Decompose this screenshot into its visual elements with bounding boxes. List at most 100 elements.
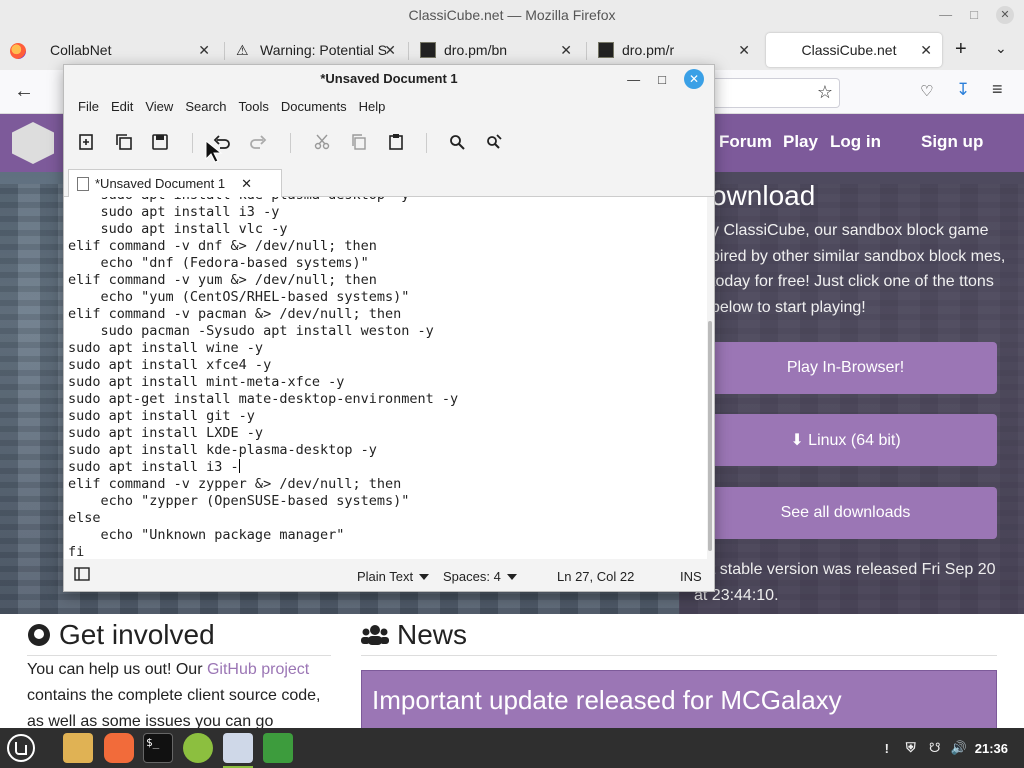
pocket-icon[interactable]: ♡	[920, 82, 933, 100]
chevron-down-icon	[506, 573, 517, 580]
text-editor-icon[interactable]	[223, 733, 253, 763]
firefox-icon[interactable]	[104, 733, 134, 763]
code-line: sudo apt install kde-plasma-desktop -y	[68, 442, 377, 458]
nav-signup-link[interactable]: Sign up	[921, 132, 983, 152]
minimize-icon[interactable]: —	[627, 72, 640, 87]
code-line: sudo apt install kde-plasma-desktop -y	[68, 197, 410, 203]
nav-play-link[interactable]: Play	[783, 132, 818, 152]
tab-close-icon[interactable]: ✕	[920, 42, 932, 59]
code-line: else	[68, 510, 101, 526]
code-line: sudo apt install mint-meta-xfce -y	[68, 374, 345, 390]
maximize-icon[interactable]: □	[658, 72, 666, 87]
code-line: echo "Unknown package manager"	[68, 527, 345, 543]
close-tab-icon[interactable]: ✕	[241, 176, 252, 192]
back-arrow-icon[interactable]: ←	[14, 80, 34, 103]
get-involved-text-end: contains the complete client source code…	[27, 687, 321, 728]
sidebar-toggle-icon[interactable]	[74, 567, 90, 581]
syntax-value: Plain Text	[357, 569, 414, 584]
calculator-icon[interactable]	[183, 733, 213, 763]
close-icon[interactable]: ✕	[684, 69, 704, 89]
divider	[361, 655, 997, 656]
url-bar[interactable]: ☆	[712, 78, 840, 108]
code-line: elif command -v yum &> /dev/null; then	[68, 272, 377, 288]
tab-close-icon[interactable]: ✕	[198, 42, 210, 59]
menu-edit[interactable]: Edit	[105, 95, 139, 119]
code-line: echo "yum (CentOS/RHEL-based systems)"	[68, 289, 410, 305]
menu-view[interactable]: View	[139, 95, 179, 119]
tab-warning[interactable]: ⚠ Warning: Potential S ✕	[226, 33, 406, 67]
hamburger-menu-icon[interactable]: ≡	[992, 79, 1003, 100]
tab-label: ClassiCube.net	[801, 42, 897, 58]
shield-icon[interactable]	[263, 733, 293, 763]
github-project-link[interactable]: GitHub project	[207, 661, 309, 678]
chevron-down-icon[interactable]: ⌄	[995, 40, 1007, 57]
all-downloads-button[interactable]: See all downloads	[694, 487, 997, 539]
get-involved-text-start: You can help us out! Our	[27, 661, 207, 678]
redo-icon[interactable]	[246, 131, 270, 153]
download-icon[interactable]: ↧	[956, 80, 970, 100]
menu-tools[interactable]: Tools	[233, 95, 275, 119]
cut-icon[interactable]	[310, 131, 334, 153]
download-description: y ClassiCube, our sandbox block game pir…	[711, 222, 1006, 316]
editor-window-title: *Unsaved Document 1	[320, 71, 458, 86]
news-item[interactable]: Important update released for MCGalaxy	[361, 670, 997, 728]
notification-icon[interactable]: !	[879, 740, 895, 756]
firefox-icon[interactable]	[10, 43, 26, 59]
terminal-favicon-icon	[420, 42, 436, 58]
menu-help[interactable]: Help	[353, 95, 392, 119]
menu-icon[interactable]	[6, 733, 36, 763]
syntax-dropdown[interactable]: Plain Text	[357, 569, 430, 584]
editor-title-bar[interactable]: *Unsaved Document 1	[64, 65, 714, 93]
nav-forum-link[interactable]: Forum	[719, 132, 772, 152]
tab-dro-r[interactable]: dro.pm/r ✕	[588, 33, 760, 67]
copy-icon[interactable]	[347, 131, 371, 153]
menu-search[interactable]: Search	[179, 95, 232, 119]
code-line: fi	[68, 544, 85, 559]
paste-icon[interactable]	[384, 131, 408, 153]
new-document-icon[interactable]	[74, 131, 98, 153]
volume-icon[interactable]: 🔊	[951, 740, 967, 756]
browser-window-controls: — □ ✕	[939, 0, 1014, 30]
new-window-icon[interactable]	[112, 131, 136, 153]
news-heading: News	[361, 619, 467, 651]
nav-login-link[interactable]: Log in	[830, 132, 881, 152]
tab-close-icon[interactable]: ✕	[738, 42, 750, 59]
linux-download-button[interactable]: ⬇ Linux (64 bit)	[694, 414, 997, 466]
files-icon[interactable]	[63, 733, 93, 763]
bookmark-star-icon[interactable]: ☆	[817, 82, 833, 103]
scrollbar-thumb[interactable]	[708, 321, 712, 551]
tab-close-icon[interactable]: ✕	[384, 42, 396, 59]
tab-classicube[interactable]: ClassiCube.net ✕	[766, 33, 942, 67]
code-line: sudo pacman -Sysudo apt install weston -…	[68, 323, 434, 339]
toolbar-separator	[426, 133, 427, 153]
security-shield-icon[interactable]: ⛨	[903, 740, 919, 756]
search-icon[interactable]	[445, 131, 469, 153]
tab-dro-bn[interactable]: dro.pm/bn ✕	[410, 33, 582, 67]
code-line: sudo apt install vlc -y	[68, 221, 288, 237]
find-replace-icon[interactable]	[482, 131, 506, 153]
clock[interactable]: 21:36	[975, 741, 1008, 756]
classicube-logo[interactable]	[12, 122, 54, 164]
tab-close-icon[interactable]: ✕	[560, 42, 572, 59]
indent-dropdown[interactable]: Spaces: 4	[443, 569, 517, 584]
close-icon[interactable]: ✕	[996, 6, 1014, 24]
play-in-browser-button[interactable]: Play In-Browser!	[694, 342, 997, 394]
menu-file[interactable]: File	[72, 95, 105, 119]
editor-text-area[interactable]: sudo apt install kde-plasma-desktop -y s…	[64, 197, 707, 559]
new-tab-icon[interactable]: +	[955, 38, 967, 61]
tab-collabnet[interactable]: CollabNet ✕	[40, 33, 220, 67]
code-line: sudo apt-get install mate-desktop-enviro…	[68, 391, 459, 407]
text-caret	[238, 459, 240, 473]
maximize-icon[interactable]: □	[970, 0, 978, 30]
mouse-cursor-icon	[205, 140, 223, 163]
indent-value: Spaces: 4	[443, 569, 501, 584]
network-icon[interactable]: ☋	[927, 740, 943, 756]
insert-mode: INS	[680, 569, 702, 584]
save-icon[interactable]	[148, 131, 172, 153]
taskbar: $_ ! ⛨ ☋ 🔊 21:36	[0, 728, 1024, 768]
menu-documents[interactable]: Documents	[275, 95, 353, 119]
minimize-icon[interactable]: —	[939, 0, 952, 30]
document-tab[interactable]: *Unsaved Document 1 ✕	[68, 169, 282, 197]
terminal-icon[interactable]: $_	[143, 733, 173, 763]
vertical-scrollbar[interactable]	[707, 197, 714, 559]
